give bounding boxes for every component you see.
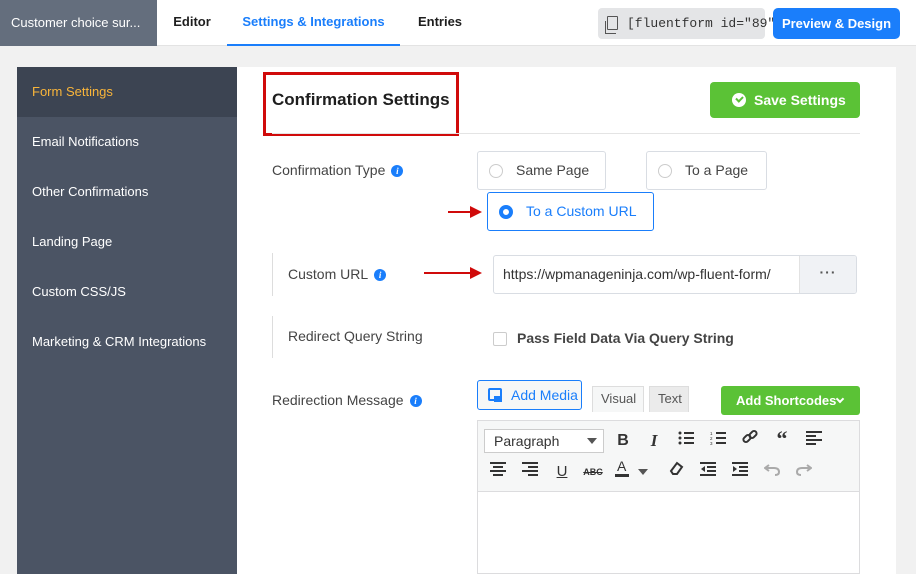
add-media-label: Add Media [511, 387, 578, 403]
align-right-icon[interactable] [516, 459, 544, 485]
custom-url-value: https://wpmanageninja.com/wp-fluent-form… [503, 266, 771, 282]
caret-down-icon [587, 438, 597, 444]
preview-design-button[interactable]: Preview & Design [773, 8, 900, 39]
underline-icon[interactable]: U [548, 459, 576, 485]
redirect-query-label: Redirect Query String [288, 328, 423, 344]
sidebar-item-email-notifications[interactable]: Email Notifications [17, 117, 237, 167]
strikethrough-icon[interactable]: ABC [579, 459, 607, 485]
redirection-message-label: Redirection Message [272, 392, 404, 408]
highlight-box [263, 72, 459, 136]
add-shortcodes-label: Add Shortcodes [736, 393, 837, 408]
numbered-list-icon[interactable]: 123 [704, 428, 732, 454]
sidebar-item-form-settings[interactable]: Form Settings [17, 67, 237, 117]
custom-url-label: Custom URL [288, 266, 369, 282]
pass-field-data-checkbox[interactable] [493, 332, 507, 346]
color-dropdown-icon[interactable] [636, 459, 650, 485]
custom-url-input[interactable]: https://wpmanageninja.com/wp-fluent-form… [493, 255, 857, 294]
radio-same-page[interactable]: Same Page [477, 151, 606, 190]
rich-text-editor[interactable]: Paragraph B I 123 “ U ABC A [477, 420, 860, 574]
info-icon[interactable]: i [374, 269, 387, 281]
undo-icon[interactable] [758, 459, 786, 485]
sidebar-item-landing-page[interactable]: Landing Page [17, 217, 237, 267]
tab-editor[interactable]: Editor [157, 0, 227, 46]
copy-icon [607, 16, 618, 30]
svg-text:3: 3 [710, 441, 713, 445]
media-icon [488, 388, 502, 402]
tab-visual[interactable]: Visual [592, 386, 644, 412]
check-circle-icon [732, 93, 746, 107]
sidebar-item-marketing-crm[interactable]: Marketing & CRM Integrations [17, 317, 237, 367]
radio-same-page-label: Same Page [516, 162, 590, 178]
tab-text[interactable]: Text [649, 386, 689, 412]
confirmation-type-label: Confirmation Type [272, 162, 386, 178]
text-color-icon[interactable]: A [611, 458, 633, 485]
format-select[interactable]: Paragraph [484, 429, 604, 453]
add-shortcodes-button[interactable]: Add Shortcodes [721, 386, 860, 415]
radio-custom-url-label: To a Custom URL [526, 203, 637, 219]
redo-icon[interactable] [790, 459, 818, 485]
italic-icon[interactable]: I [640, 428, 668, 454]
radio-to-a-page[interactable]: To a Page [646, 151, 767, 190]
divider [272, 133, 860, 134]
pass-field-data-label[interactable]: Pass Field Data Via Query String [517, 330, 734, 346]
info-icon[interactable]: i [409, 395, 422, 407]
annotation-arrow [448, 206, 482, 218]
shortcode-text: [fluentform id="89"] [627, 16, 784, 31]
custom-url-field-label: Custom URL i [288, 266, 387, 282]
sidebar-item-custom-css-js[interactable]: Custom CSS/JS [17, 267, 237, 317]
group-line [272, 253, 273, 296]
annotation-arrow [424, 267, 482, 279]
editor-toolbar: Paragraph B I 123 “ U ABC A [478, 421, 859, 492]
radio-selected-icon [499, 205, 513, 219]
radio-circle-icon [658, 164, 672, 178]
tab-entries[interactable]: Entries [400, 0, 480, 46]
bold-icon[interactable]: B [609, 428, 637, 454]
settings-sidebar: Form Settings Email Notifications Other … [17, 67, 237, 574]
save-settings-button[interactable]: Save Settings [710, 82, 860, 118]
shortcode-copy[interactable]: [fluentform id="89"] [598, 8, 783, 39]
outdent-icon[interactable] [694, 459, 722, 485]
link-icon[interactable] [736, 428, 764, 454]
radio-to-a-page-label: To a Page [685, 162, 749, 178]
blockquote-icon[interactable]: “ [768, 426, 796, 452]
confirmation-type-field-label: Confirmation Type i [272, 162, 404, 178]
bullet-list-icon[interactable] [672, 428, 700, 454]
save-settings-label: Save Settings [754, 92, 846, 108]
add-media-button[interactable]: Add Media [477, 380, 582, 410]
radio-to-a-custom-url[interactable]: To a Custom URL [487, 192, 654, 231]
radio-circle-icon [489, 164, 503, 178]
group-line [272, 316, 273, 358]
form-name[interactable]: Customer choice sur... [0, 0, 157, 46]
info-icon[interactable]: i [391, 165, 404, 177]
top-bar: Customer choice sur... Editor Settings &… [0, 0, 916, 46]
chevron-down-icon [835, 394, 845, 404]
format-value: Paragraph [494, 433, 560, 449]
eraser-icon[interactable] [662, 459, 690, 485]
redirection-message-field-label: Redirection Message i [272, 392, 422, 408]
tab-settings-integrations[interactable]: Settings & Integrations [227, 0, 400, 46]
indent-icon[interactable] [726, 459, 754, 485]
sidebar-item-other-confirmations[interactable]: Other Confirmations [17, 167, 237, 217]
align-center-icon[interactable] [484, 459, 512, 485]
more-options-button[interactable]: ··· [799, 256, 856, 293]
svg-text:A: A [617, 459, 627, 474]
align-left-icon[interactable] [800, 428, 828, 454]
